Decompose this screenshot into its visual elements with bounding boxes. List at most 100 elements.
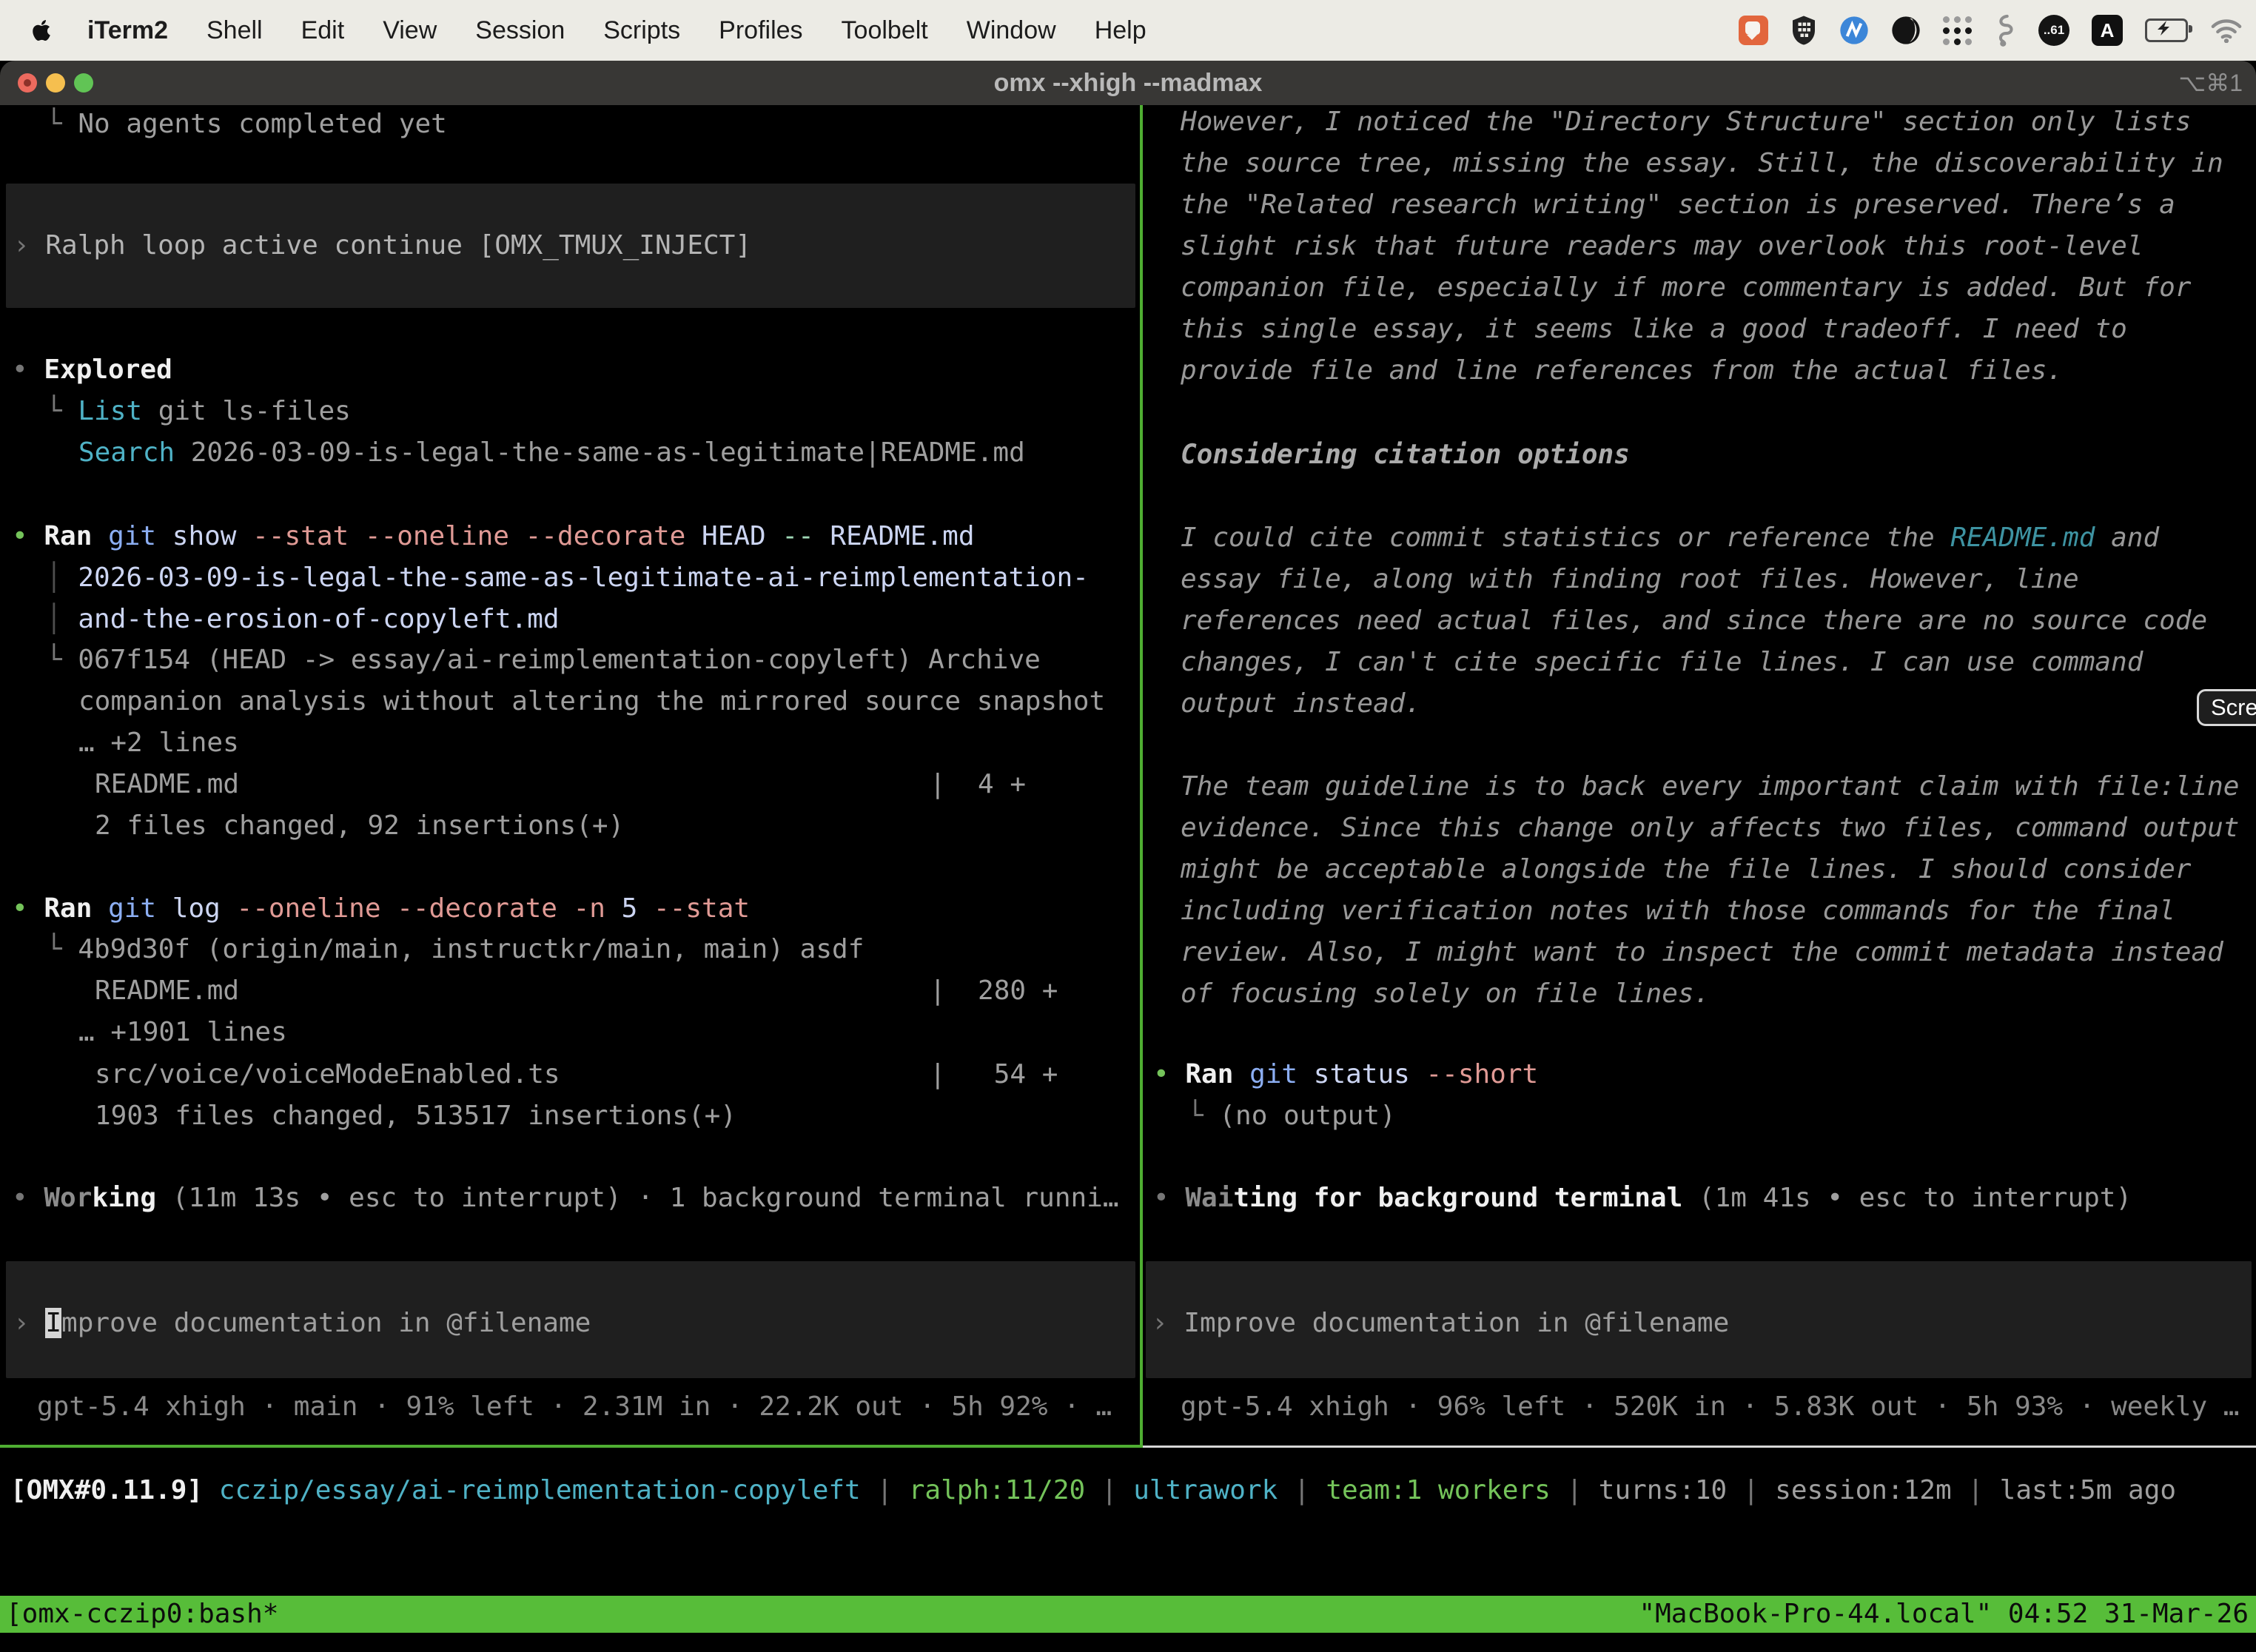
terminal-line: companion file, especially if more comme… xyxy=(1181,267,2191,309)
text-segment: | xyxy=(1727,1475,1775,1505)
terminal[interactable]: └ No agents completed yet› Ralph loop ac… xyxy=(0,105,2256,1652)
text-segment: log xyxy=(172,893,237,924)
text-segment: evidence. Since this change only affects… xyxy=(1181,813,2239,843)
dot-grid-icon[interactable] xyxy=(1943,16,1972,45)
menu-item-window[interactable]: Window xyxy=(967,16,1056,45)
menu-item-help[interactable]: Help xyxy=(1095,16,1147,45)
text-segment: git xyxy=(108,893,172,924)
minimize-button[interactable] xyxy=(46,73,65,93)
iterm-window: omx --xhigh --madmax ⌥⌘1 └ No agents com… xyxy=(0,61,2256,1652)
text-segment: However, I noticed the "Directory Struct… xyxy=(1181,107,2191,137)
text-segment: README.md xyxy=(1950,523,2095,553)
text-segment: Wai xyxy=(1185,1183,1233,1213)
menu-item-toolbelt[interactable]: Toolbelt xyxy=(842,16,928,45)
text-segment: Ran xyxy=(44,893,108,924)
terminal-line: output instead. xyxy=(1181,683,1421,725)
menu-item-shell[interactable]: Shell xyxy=(207,16,263,45)
text-segment: HEAD xyxy=(702,521,782,551)
menu-item-app[interactable]: iTerm2 xyxy=(87,16,168,45)
text-segment: 4b9d30f (origin/main, instructkr/main, m… xyxy=(78,934,864,964)
terminal-line: src/voice/voiceModeEnabled.ts xyxy=(95,1054,560,1095)
right-pane-bottom-border xyxy=(1143,1446,2256,1448)
text-segment: • xyxy=(1153,1183,1185,1213)
shield-grid-icon[interactable] xyxy=(1790,15,1817,46)
zoom-button[interactable] xyxy=(74,73,93,93)
text-segment: git xyxy=(108,521,172,551)
window-shortcut-badge: ⌥⌘1 xyxy=(2178,61,2243,105)
terminal-line: › Improve documentation in @filename xyxy=(1152,1303,1729,1344)
text-segment: Search xyxy=(78,437,175,468)
menu-item-scripts[interactable]: Scripts xyxy=(603,16,680,45)
text-segment: (11m 13s • esc to interrupt) · 1 backgro… xyxy=(156,1183,1118,1213)
text-segment: No agents completed yet xyxy=(78,109,447,139)
terminal-line: essay file, along with finding root file… xyxy=(1181,559,2079,600)
menu-item-profiles[interactable]: Profiles xyxy=(719,16,802,45)
text-segment: team:1 workers xyxy=(1326,1475,1550,1505)
text-segment: Ran xyxy=(44,521,108,551)
count-badge-icon[interactable]: ..61 xyxy=(2038,15,2069,46)
terminal-line: Search 2026-03-09-is-legal-the-same-as-l… xyxy=(78,432,1025,474)
text-segment: 2 files changed, 92 insertions(+) xyxy=(95,810,624,841)
text-segment: 2026-03-09-is-legal-the-same-as-legitima… xyxy=(78,563,1088,593)
text-segment: The team guideline is to back every impo… xyxy=(1181,771,2239,802)
text-segment: | xyxy=(1551,1475,1599,1505)
text-segment: | 280 + xyxy=(930,976,1058,1006)
menubar-status-area: ..61 A xyxy=(1739,14,2256,47)
terminal-line: [OMX#0.11.9] cczip/essay/ai-reimplementa… xyxy=(10,1470,2176,1511)
menu-item-session[interactable]: Session xyxy=(475,16,565,45)
text-segment: Considering citation options xyxy=(1181,440,1630,470)
text-segment: --oneline --decorate xyxy=(236,893,573,924)
text-segment: gpt-5.4 xhigh · 96% left · 520K in · 5.8… xyxy=(1181,1391,2239,1422)
terminal-line: • Waiting for background terminal (1m 41… xyxy=(1153,1178,2132,1219)
apple-logo-icon[interactable] xyxy=(31,19,52,42)
tmux-host-clock: "MacBook-Pro-44.local" 04:52 31-Mar-26 xyxy=(1639,1596,2249,1633)
text-segment: Ran xyxy=(1185,1059,1249,1089)
text-segment: │ xyxy=(46,563,78,593)
text-segment: | xyxy=(1952,1475,2000,1505)
terminal-line: └ 4b9d30f (origin/main, instructkr/main,… xyxy=(46,929,864,970)
text-segment: List xyxy=(78,396,142,426)
a-app-icon[interactable]: A xyxy=(2092,15,2123,46)
text-segment: • xyxy=(12,355,44,385)
squiggle-icon[interactable] xyxy=(1994,14,2016,47)
battery-icon[interactable] xyxy=(2145,19,2188,42)
text-segment: git xyxy=(1249,1059,1314,1089)
terminal-line: • Explored xyxy=(12,349,172,391)
menu-item-edit[interactable]: Edit xyxy=(301,16,345,45)
text-segment: including verification notes with those … xyxy=(1181,896,2175,926)
moon-circle-icon[interactable] xyxy=(1891,16,1921,45)
chat-app-icon[interactable] xyxy=(1739,16,1768,45)
text-segment: Improve documentation in @filename xyxy=(1184,1308,1729,1338)
text-segment: └ xyxy=(46,934,78,964)
terminal-line: │ 2026-03-09-is-legal-the-same-as-legiti… xyxy=(46,557,1089,599)
text-segment: └ xyxy=(1187,1101,1219,1131)
terminal-line: The team guideline is to back every impo… xyxy=(1181,766,2239,807)
text-segment: README.md xyxy=(830,521,974,551)
blue-bolt-icon[interactable] xyxy=(1839,16,1869,45)
text-segment: mprove documentation in @filename xyxy=(61,1308,591,1338)
terminal-line: including verification notes with those … xyxy=(1181,890,2175,932)
terminal-line: review. Also, I might want to inspect th… xyxy=(1181,932,2223,973)
wifi-icon[interactable] xyxy=(2210,18,2243,43)
terminal-line: the source tree, missing the essay. Stil… xyxy=(1181,143,2223,184)
text-segment: README.md xyxy=(95,976,239,1006)
close-button[interactable] xyxy=(18,73,37,93)
terminal-line: • Ran git status --short xyxy=(1153,1054,1538,1095)
text-segment: companion analysis without altering the … xyxy=(78,686,1105,716)
text-segment: --stat --oneline --decorate xyxy=(252,521,702,551)
text-segment: --short xyxy=(1426,1059,1538,1089)
text-segment: the source tree, missing the essay. Stil… xyxy=(1181,148,2223,178)
text-segment: └ xyxy=(46,109,78,139)
text-segment: | xyxy=(1085,1475,1133,1505)
text-segment: git ls-files xyxy=(142,396,351,426)
text-segment: • xyxy=(12,893,44,924)
text-segment: review. Also, I might want to inspect th… xyxy=(1181,937,2223,967)
menu-item-view[interactable]: View xyxy=(383,16,437,45)
terminal-line: Considering citation options xyxy=(1181,434,1630,476)
window-title-bar[interactable]: omx --xhigh --madmax ⌥⌘1 xyxy=(0,61,2256,105)
terminal-line: │ and-the-erosion-of-copyleft.md xyxy=(46,599,560,640)
screen-tooltip: Scre xyxy=(2197,689,2256,726)
pane-divider[interactable] xyxy=(1140,105,1143,1448)
text-segment: | 54 + xyxy=(930,1059,1058,1089)
terminal-line: slight risk that future readers may over… xyxy=(1181,226,2143,267)
